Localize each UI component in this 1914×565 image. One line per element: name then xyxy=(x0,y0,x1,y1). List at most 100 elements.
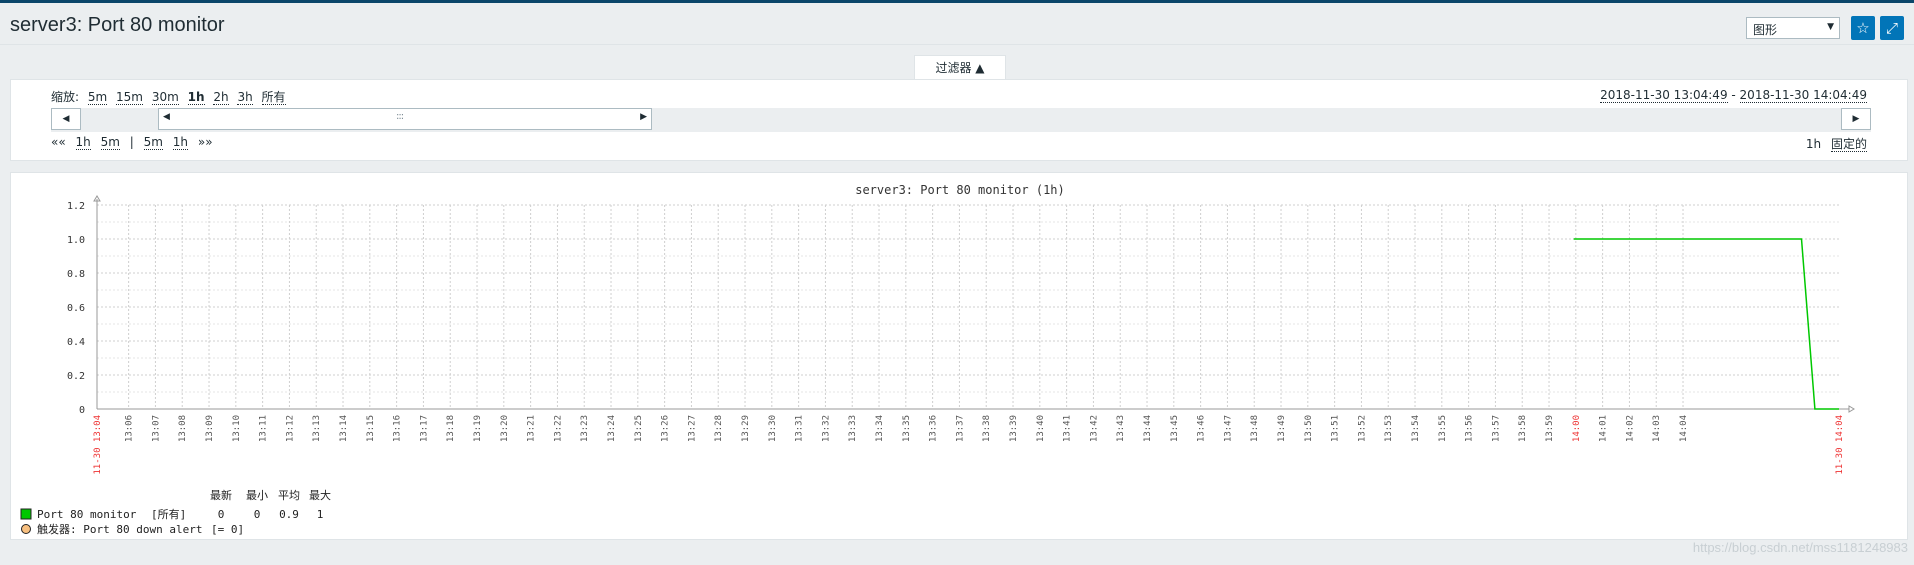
x-tick-label: 14:00 xyxy=(1572,415,1582,442)
x-tick-label: 13:33 xyxy=(848,415,858,442)
x-tick-label: 13:45 xyxy=(1170,415,1180,442)
slider-right-handle-icon[interactable]: ▶ xyxy=(640,112,647,122)
nav-fwd-5m[interactable]: 5m xyxy=(143,135,163,150)
x-tick-label: 13:35 xyxy=(902,415,912,442)
x-tick-label: 14:01 xyxy=(1599,415,1609,442)
legend-item-value: 0.9 xyxy=(279,508,299,521)
nav-back-5m[interactable]: 5m xyxy=(100,135,120,150)
x-tick-label: 13:14 xyxy=(339,415,349,442)
legend-item-name: Port 80 monitor xyxy=(37,508,137,521)
arrow-right-icon: ▶ xyxy=(1852,114,1860,124)
x-tick-label: 13:28 xyxy=(714,415,724,442)
x-tick-label: 13:27 xyxy=(687,415,697,442)
zoom-15m[interactable]: 15m xyxy=(116,90,143,105)
x-tick-label: 13:18 xyxy=(446,415,456,442)
x-tick-label: 13:40 xyxy=(1036,415,1046,442)
period-range: 2018-11-30 13:04:49 - 2018-11-30 14:04:4… xyxy=(1600,88,1867,103)
zoom-2h[interactable]: 2h xyxy=(213,90,229,105)
x-tick-label: 13:24 xyxy=(607,415,617,442)
timeline-slider[interactable]: ◀ ::: ▶ xyxy=(158,108,652,130)
nav-fwd-icon: »» xyxy=(197,135,213,149)
x-tick-label: 13:11 xyxy=(259,415,269,442)
period-start[interactable]: 2018-11-30 13:04:49 xyxy=(1600,88,1728,103)
watermark: https://blog.csdn.net/mss1181248983 xyxy=(1692,540,1908,555)
zoom-30m[interactable]: 30m xyxy=(151,90,179,105)
x-tick-label: 13:56 xyxy=(1465,415,1475,442)
x-tick-label: 13:07 xyxy=(151,415,161,442)
x-tick-label: 14:02 xyxy=(1625,415,1635,442)
zoom-3h[interactable]: 3h xyxy=(237,90,253,105)
x-tick-label: 13:19 xyxy=(473,415,483,442)
x-tick-label: 13:12 xyxy=(285,415,295,442)
x-tick-label: 13:36 xyxy=(929,415,939,442)
filter-tab[interactable]: 过滤器 ▲ xyxy=(914,55,1006,80)
scroll-left-button[interactable]: ◀ xyxy=(51,108,81,130)
expand-icon: ⤢ xyxy=(1885,19,1898,37)
x-tick-label: 13:25 xyxy=(634,415,644,442)
x-tick-label: 13:46 xyxy=(1197,415,1207,442)
graph-title: server3: Port 80 monitor (1h) xyxy=(855,183,1065,197)
x-tick-label: 13:16 xyxy=(393,415,403,442)
x-tick-label: 13:23 xyxy=(580,415,590,442)
favorite-button[interactable]: ☆ xyxy=(1851,16,1875,40)
x-tick-label: 13:20 xyxy=(500,415,510,442)
y-tick-label: 0 xyxy=(79,405,85,416)
nav-back-1h[interactable]: 1h xyxy=(75,135,91,150)
time-filter-panel: 缩放: 5m 15m 30m 1h 2h 3h 所有 2018-11-30 13… xyxy=(10,79,1908,161)
fixed-period-value: 1h xyxy=(1805,137,1822,151)
view-select[interactable]: 图形 ▼ xyxy=(1746,17,1840,39)
x-tick-label: 13:38 xyxy=(982,415,992,442)
nav-separator: | xyxy=(129,135,134,149)
fixed-period: 1h 固定的 xyxy=(1806,135,1867,152)
y-tick-label: 0.2 xyxy=(67,371,85,382)
x-tick-label: 13:17 xyxy=(419,415,429,442)
x-tick-label: 13:42 xyxy=(1089,415,1099,442)
legend-item-value: 1 xyxy=(317,508,324,521)
legend-swatch xyxy=(20,508,32,520)
slider-grip-icon[interactable]: ::: xyxy=(396,111,404,122)
x-tick-label: 13:52 xyxy=(1357,415,1367,442)
x-tick-label: 13:15 xyxy=(366,415,376,442)
x-tick-label: 13:29 xyxy=(741,415,751,442)
x-tick-label: 13:50 xyxy=(1304,415,1314,442)
scroll-right-button[interactable]: ▶ xyxy=(1841,108,1871,130)
legend-item-value: 0 xyxy=(254,508,261,521)
zoom-5m[interactable]: 5m xyxy=(87,90,108,105)
chevron-down-icon: ▼ xyxy=(1827,22,1834,32)
x-tick-label: 13:10 xyxy=(232,415,242,442)
x-tick-label: 13:31 xyxy=(795,415,805,442)
zoom-label: 缩放: xyxy=(51,90,80,104)
x-tick-label: 13:32 xyxy=(821,415,831,442)
x-tick-label: 13:57 xyxy=(1491,415,1501,442)
fullscreen-button[interactable]: ⤢ xyxy=(1880,16,1904,40)
legend-header: 最小 xyxy=(246,489,268,502)
legend-item-value: 0 xyxy=(218,508,225,521)
x-tick-label: 13:30 xyxy=(768,415,778,442)
x-tick-label: 13:48 xyxy=(1250,415,1260,442)
fixed-toggle[interactable]: 固定的 xyxy=(1830,137,1867,152)
legend-trigger-name: 触发器: Port 80 down alert xyxy=(37,522,202,536)
zoom-row: 缩放: 5m 15m 30m 1h 2h 3h 所有 xyxy=(51,88,291,105)
zoom-all[interactable]: 所有 xyxy=(261,90,286,105)
period-navigation: «« 1h 5m | 5m 1h »» xyxy=(51,135,219,150)
x-tick-label: 13:49 xyxy=(1277,415,1287,442)
period-end[interactable]: 2018-11-30 14:04:49 xyxy=(1739,88,1867,103)
nav-fwd-1h[interactable]: 1h xyxy=(172,135,189,150)
x-tick-label: 13:34 xyxy=(875,415,885,442)
star-icon: ☆ xyxy=(1856,19,1870,37)
y-tick-label: 0.4 xyxy=(67,337,85,348)
x-axis-arrow-icon xyxy=(1848,405,1855,413)
slider-left-handle-icon[interactable]: ◀ xyxy=(163,112,170,122)
x-tick-label: 13:26 xyxy=(661,415,671,442)
zoom-1h[interactable]: 1h xyxy=(187,90,205,105)
x-tick-label: 13:54 xyxy=(1411,415,1421,442)
y-tick-label: 1.0 xyxy=(67,235,85,246)
graph-panel: server3: Port 80 monitor (1h) 0 0.2 0.4 0.6 0… xyxy=(10,172,1908,540)
y-tick-label: 0.6 xyxy=(67,303,85,314)
x-tick-label: 14:03 xyxy=(1652,415,1662,442)
x-tick-label: 13:43 xyxy=(1116,415,1126,442)
legend-header: 最新 xyxy=(210,488,232,502)
x-tick-label: 13:58 xyxy=(1518,415,1528,442)
timeline-scrollbar[interactable]: ◀ ◀ ::: ▶ ▶ xyxy=(51,108,1871,132)
x-tick-label: 13:21 xyxy=(527,415,537,442)
